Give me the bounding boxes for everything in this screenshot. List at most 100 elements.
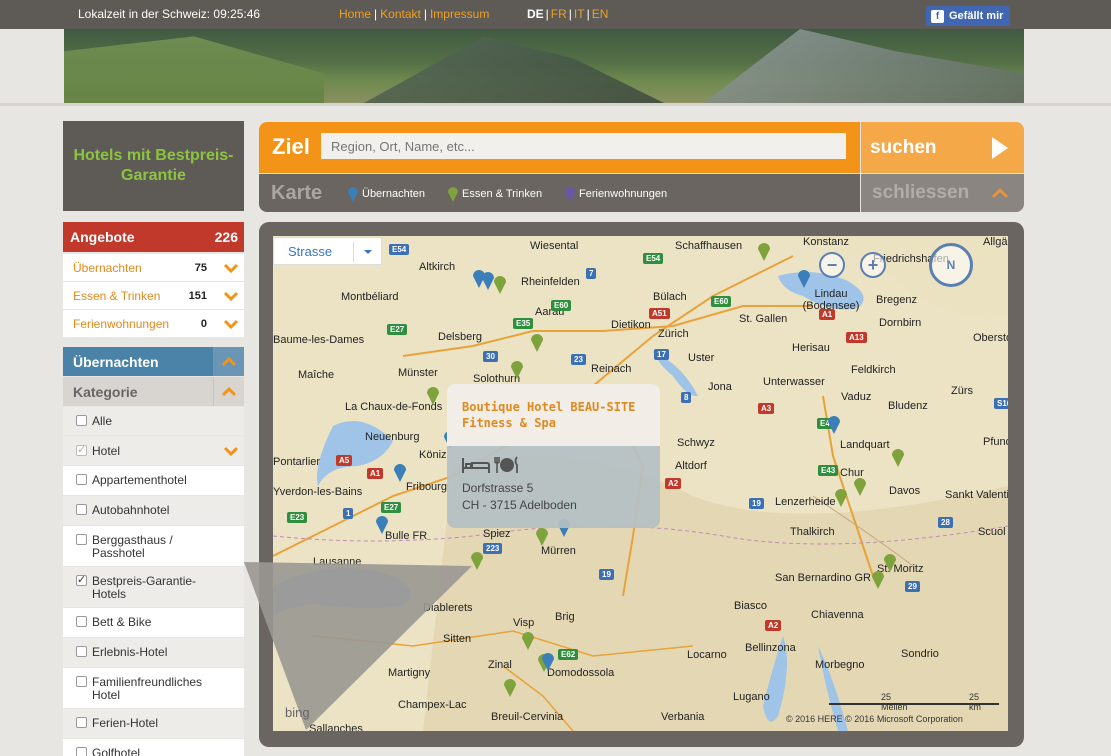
checkbox[interactable] [76, 676, 87, 687]
food-pin-icon[interactable] [426, 385, 440, 405]
checkbox[interactable] [76, 474, 87, 485]
popup-title[interactable]: Boutique Hotel BEAU-SITE Fitness & Spa [447, 384, 660, 446]
nav-impressum[interactable]: Impressum [430, 7, 489, 21]
route-shield: 8 [681, 392, 692, 403]
category-header[interactable]: Kategorie [63, 377, 213, 406]
overnight-pin-icon[interactable] [375, 514, 389, 534]
chevron-down-icon[interactable] [223, 443, 239, 459]
overnight-pin-icon[interactable] [541, 651, 555, 671]
close-map-button[interactable]: schliessen [861, 174, 1024, 212]
overnight-pin-icon[interactable] [827, 414, 841, 434]
lang-it[interactable]: IT [574, 7, 585, 21]
category-option-berggasthaus[interactable]: Berggasthaus / Passhotel [63, 526, 244, 566]
overnight-pin-icon[interactable] [393, 462, 407, 482]
checkbox[interactable] [76, 415, 87, 426]
option-label: Alle [92, 414, 113, 428]
header-banner-image [64, 29, 1024, 103]
search-input[interactable] [321, 133, 846, 159]
chevron-down-icon[interactable] [223, 288, 239, 304]
nav-home[interactable]: Home [339, 7, 371, 21]
legend-label: Essen & Trinken [462, 187, 543, 200]
offer-row-apartments[interactable]: Ferienwohnungen 0 [63, 310, 244, 337]
place-label: Uster [688, 352, 715, 364]
food-pin-icon[interactable] [891, 447, 905, 467]
food-pin-icon[interactable] [834, 487, 848, 507]
checkbox[interactable] [76, 646, 87, 657]
category-option-erlebnis[interactable]: Erlebnis-Hotel [63, 638, 244, 667]
place-label: Bludenz [888, 400, 928, 412]
route-shield: A3 [758, 403, 775, 414]
lang-de[interactable]: DE [527, 7, 544, 21]
place-label: Dornbirn [879, 317, 922, 329]
legend-food[interactable]: Essen & Trinken [447, 185, 542, 202]
food-pin-icon[interactable] [530, 332, 544, 352]
place-label: Feldkirch [851, 364, 896, 376]
category-option-bestpreis[interactable]: Bestpreis-Garantie-Hotels [63, 567, 244, 607]
zoom-out-button[interactable]: − [819, 252, 845, 278]
place-label: Montbéliard [341, 291, 399, 303]
offers-total: 226 [214, 229, 238, 245]
route-shield: 30 [483, 351, 498, 362]
food-pin-icon[interactable] [853, 476, 867, 496]
chevron-down-icon[interactable] [223, 260, 239, 276]
legend-apartments[interactable]: Ferienwohnungen [564, 185, 667, 202]
category-option-hotel[interactable]: Hotel [63, 436, 244, 465]
option-label: Bett & Bike [92, 615, 152, 629]
category-option-ferien[interactable]: Ferien-Hotel [63, 709, 244, 738]
checkbox[interactable] [76, 504, 87, 515]
food-pin-icon[interactable] [521, 630, 535, 650]
checkbox[interactable] [76, 616, 87, 627]
offer-count: 151 [188, 289, 207, 302]
checkbox[interactable] [76, 573, 87, 586]
place-label: Zürs [951, 385, 973, 397]
play-arrow-icon [992, 137, 1008, 159]
checkbox[interactable] [76, 534, 87, 545]
overnight-pin-icon[interactable] [797, 268, 811, 288]
search-button-label: suchen [870, 136, 937, 158]
lang-en[interactable]: EN [592, 7, 609, 21]
place-label: Bregenz [876, 294, 917, 306]
food-pin-icon[interactable] [503, 677, 517, 697]
compass-rotate-button[interactable]: N [929, 243, 973, 287]
place-label: Baume-les-Dames [273, 334, 365, 346]
offer-row-food[interactable]: Essen & Trinken 151 [63, 282, 244, 309]
chevron-down-icon[interactable] [223, 316, 239, 332]
popup-city: CH - 3715 Adelboden [462, 498, 577, 512]
checkbox[interactable] [76, 443, 87, 456]
search-button[interactable]: suchen [861, 122, 1024, 173]
place-label: Yverdon-les-Bains [273, 486, 363, 498]
legend-overnight[interactable]: Übernachten [347, 185, 425, 202]
scale-km: 25 km [969, 692, 981, 712]
nav-kontakt[interactable]: Kontakt [380, 7, 421, 21]
food-pin-icon[interactable] [871, 569, 885, 589]
food-pin-icon[interactable] [883, 552, 897, 572]
category-option-alle[interactable]: Alle [63, 407, 244, 435]
zoom-in-button[interactable]: + [860, 252, 886, 278]
category-option-autobahnhotel[interactable]: Autobahnhotel [63, 496, 244, 525]
checkbox[interactable] [76, 747, 87, 756]
category-option-golf[interactable]: Golfhotel [63, 739, 244, 756]
checkbox[interactable] [76, 717, 87, 728]
best-price-promo[interactable]: Hotels mit Bestpreis-Garantie [63, 121, 244, 211]
category-option-familie[interactable]: Familienfreundliches Hotel [63, 668, 244, 708]
food-pin-icon[interactable] [510, 359, 524, 379]
food-pin-icon[interactable] [493, 274, 507, 294]
bing-logo: bing [285, 705, 310, 720]
lang-fr[interactable]: FR [551, 7, 567, 21]
place-label: Delsberg [438, 331, 483, 343]
compass-icon: N [946, 258, 956, 272]
map-label: Karte [271, 182, 323, 204]
category-option-appartementhotel[interactable]: Appartementhotel [63, 466, 244, 495]
food-pin-icon[interactable] [757, 241, 771, 261]
category-collapse-button[interactable] [213, 377, 244, 406]
category-option-bett-bike[interactable]: Bett & Bike [63, 608, 244, 637]
map-style-dropdown[interactable]: Strasse [273, 237, 382, 265]
offer-row-overnight[interactable]: Übernachten 75 [63, 254, 244, 281]
section-overnight-header[interactable]: Übernachten [63, 347, 213, 376]
section-collapse-button[interactable] [213, 347, 244, 376]
hotel-info-popup[interactable]: Boutique Hotel BEAU-SITE Fitness & Spa D… [447, 384, 660, 528]
category-title: Kategorie [73, 383, 138, 400]
facebook-like-button[interactable]: f Gefällt mir [926, 6, 1010, 26]
route-shield: E43 [818, 465, 839, 476]
food-pin-icon[interactable] [535, 526, 549, 546]
